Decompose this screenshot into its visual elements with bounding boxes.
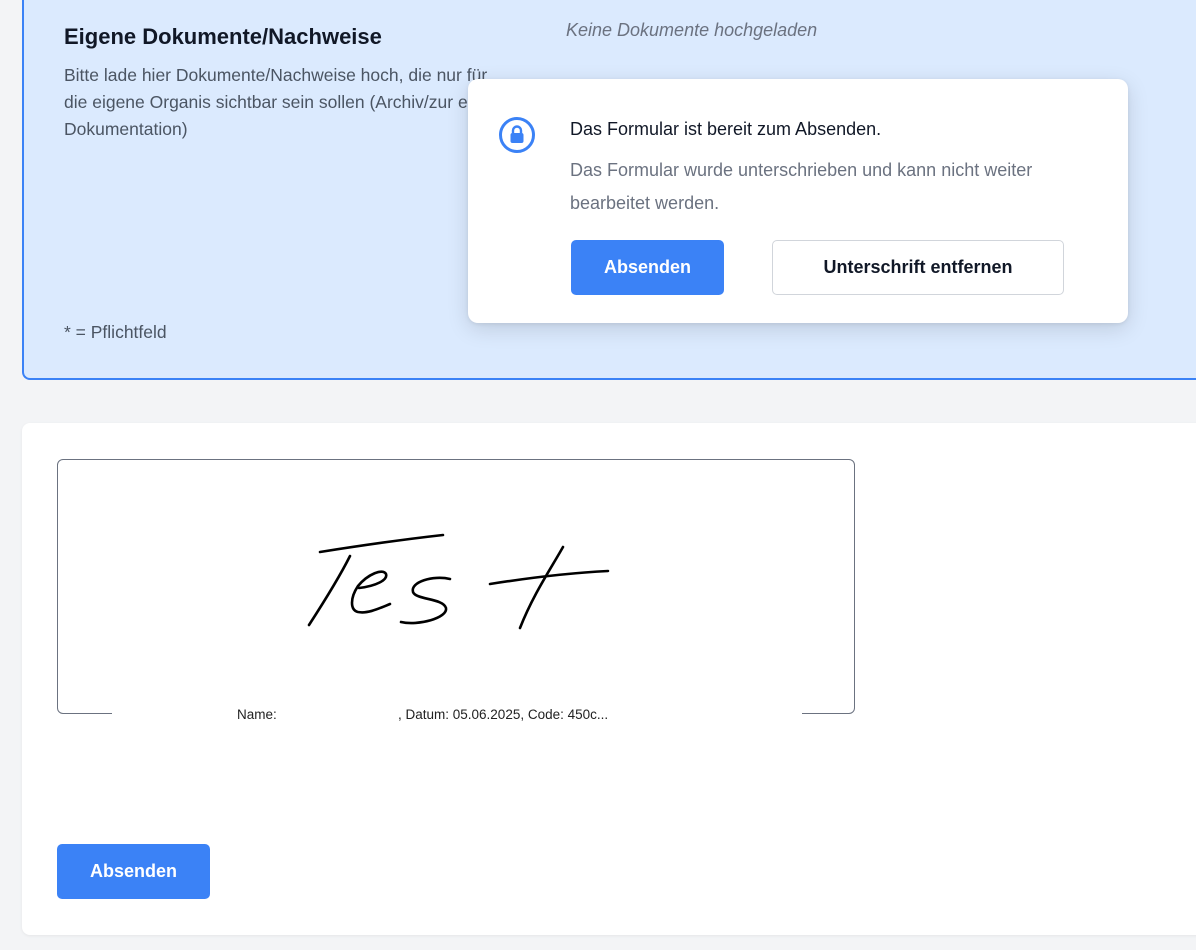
handwritten-signature	[307, 533, 610, 630]
lock-icon	[499, 117, 535, 153]
popup-title: Das Formular ist bereit zum Absenden.	[570, 119, 882, 139]
signature-pad[interactable]	[57, 459, 855, 714]
popup-message: Das Formular wurde unterschrieben und ka…	[570, 160, 1033, 213]
page: Eigene Dokumente/Nachweise Bitte lade hi…	[0, 0, 1196, 950]
own-documents-title: Eigene Dokumente/Nachweise	[64, 24, 382, 49]
ready-to-submit-popup: Das Formular ist bereit zum Absenden. Da…	[468, 79, 1128, 323]
required-field-note: * = Pflichtfeld	[64, 322, 167, 342]
signature-caption: Name: , Datum: 05.06.2025, Code: 450c...	[112, 704, 802, 726]
no-documents-text: Keine Dokumente hochgeladen	[566, 20, 818, 40]
form-submit-button[interactable]: Absenden	[57, 844, 210, 899]
remove-signature-button[interactable]: Unterschrift entfernen	[772, 240, 1064, 295]
popup-submit-button[interactable]: Absenden	[571, 240, 724, 295]
signature-caption-details: , Datum: 05.06.2025, Code: 450c...	[398, 707, 609, 722]
signature-caption-name: Name:	[237, 707, 277, 722]
own-documents-description: Bitte lade hier Dokumente/Nachweise hoch…	[64, 65, 492, 139]
